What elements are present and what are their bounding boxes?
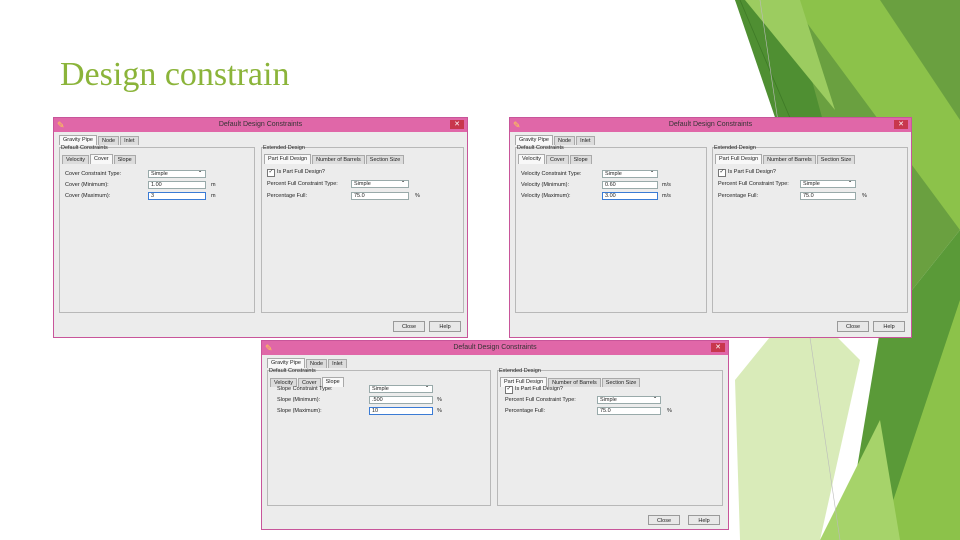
help-button[interactable]: Help xyxy=(429,321,461,332)
slope-minimum-input[interactable]: .500 xyxy=(369,396,433,404)
default-constraints-label: Default Constraints xyxy=(269,368,316,374)
cover-maximum-input[interactable]: 3 xyxy=(148,192,206,200)
velocity-constraint-type-select[interactable]: Simple xyxy=(602,170,658,178)
close-button[interactable]: Close xyxy=(648,515,680,525)
close-button[interactable]: Close xyxy=(393,321,425,332)
cover-minimum-input[interactable]: 1.00 xyxy=(148,181,206,189)
dialog-title: Default Design Constraints xyxy=(668,121,753,128)
close-icon[interactable]: ✕ xyxy=(450,120,464,129)
cover-maximum-row: Cover (Maximum): 3 m xyxy=(65,192,216,200)
slope-minimum-row: Slope (Minimum): .500 % xyxy=(277,396,442,404)
dialog-title-bar[interactable]: ✎ Default Design Constraints ✕ xyxy=(262,341,728,355)
tab-node[interactable]: Node xyxy=(97,136,120,145)
tab-number-of-barrels[interactable]: Number of Barrels xyxy=(763,155,816,164)
slope-maximum-row: Slope (Maximum): 10 % xyxy=(277,407,442,415)
part-full-check-row: ✓ Is Part Full Design? xyxy=(267,169,325,177)
tab-inlet[interactable]: Inlet xyxy=(576,136,595,145)
tab-inlet[interactable]: Inlet xyxy=(328,359,347,368)
tab-part-full-design[interactable]: Part Full Design xyxy=(264,154,312,164)
extended-design-label: Extended Design xyxy=(714,145,756,151)
percentage-full-input[interactable]: 75.0 xyxy=(800,192,856,200)
constraint-subtabs: Velocity Cover Slope xyxy=(62,154,137,164)
main-tabs: Gravity Pipe Node Inlet xyxy=(59,135,140,145)
velocity-minimum-row: Velocity (Minimum): 0.60 m/s xyxy=(521,181,671,189)
percent-full-type-select[interactable]: Simple xyxy=(800,180,856,188)
design-constraints-dialog-slope: ✎ Default Design Constraints ✕ Gravity P… xyxy=(261,340,729,530)
part-full-check-row: ✓ Is Part Full Design? xyxy=(505,386,563,394)
cover-constraint-type-row: Cover Constraint Type: Simple xyxy=(65,170,255,179)
slope-constraint-type-select[interactable]: Simple xyxy=(369,385,433,393)
extended-design-label: Extended Design xyxy=(263,145,305,151)
checkbox-icon[interactable]: ✓ xyxy=(267,169,275,177)
tab-cover[interactable]: Cover xyxy=(89,154,113,164)
default-constraints-label: Default Constraints xyxy=(61,145,108,151)
close-button[interactable]: Close xyxy=(837,321,869,332)
close-icon[interactable]: ✕ xyxy=(894,120,908,129)
constraint-subtabs: Velocity Cover Slope xyxy=(518,154,593,164)
tab-inlet[interactable]: Inlet xyxy=(120,136,139,145)
tab-part-full-design[interactable]: Part Full Design xyxy=(715,154,763,164)
tab-velocity[interactable]: Velocity xyxy=(62,155,89,164)
extended-design-label: Extended Design xyxy=(499,368,541,374)
tab-gravity-pipe[interactable]: Gravity Pipe xyxy=(267,358,305,368)
percent-full-type-row: Percent Full Constraint Type: Simple xyxy=(505,396,719,405)
tab-section-size[interactable]: Section Size xyxy=(816,155,856,164)
tab-slope[interactable]: Slope xyxy=(569,155,592,164)
percent-full-type-select[interactable]: Simple xyxy=(597,396,661,404)
design-constraints-dialog-velocity: ✎ Default Design Constraints ✕ Gravity P… xyxy=(509,117,912,338)
dialog-title-bar[interactable]: ✎ Default Design Constraints ✕ xyxy=(54,118,467,132)
tab-gravity-pipe[interactable]: Gravity Pipe xyxy=(515,135,553,145)
extended-tabs: Part Full Design Number of Barrels Section… xyxy=(264,154,405,164)
tab-slope[interactable]: Slope xyxy=(113,155,136,164)
percent-full-type-select[interactable]: Simple xyxy=(351,180,409,188)
slide-title: Design constrain xyxy=(60,56,290,93)
velocity-constraint-type-row: Velocity Constraint Type: Simple xyxy=(521,170,707,179)
percentage-full-input[interactable]: 75.0 xyxy=(351,192,409,200)
tab-node[interactable]: Node xyxy=(305,359,328,368)
default-constraints-label: Default Constraints xyxy=(517,145,564,151)
velocity-maximum-row: Velocity (Maximum): 3.00 m/s xyxy=(521,192,671,200)
percentage-full-row: Percentage Full: 75.0 % xyxy=(505,407,672,415)
dialog-title: Default Design Constraints xyxy=(218,121,303,128)
cover-constraint-type-select[interactable]: Simple xyxy=(148,170,206,178)
percent-full-type-row: Percent Full Constraint Type: Simple xyxy=(718,180,904,189)
tab-velocity[interactable]: Velocity xyxy=(518,154,545,164)
main-tabs: Gravity Pipe Node Inlet xyxy=(267,358,348,368)
design-constraints-dialog-cover: ✎ Default Design Constraints ✕ Gravity P… xyxy=(53,117,468,338)
dialog-title: Default Design Constraints xyxy=(453,344,537,351)
tab-node[interactable]: Node xyxy=(553,136,576,145)
percent-full-type-row: Percent Full Constraint Type: Simple xyxy=(267,180,457,189)
tab-cover[interactable]: Cover xyxy=(545,155,569,164)
main-tabs: Gravity Pipe Node Inlet xyxy=(515,135,596,145)
velocity-maximum-input[interactable]: 3.00 xyxy=(602,192,658,200)
checkbox-icon[interactable]: ✓ xyxy=(505,386,513,394)
percentage-full-row: Percentage Full: 75.0 % xyxy=(718,192,867,200)
help-button[interactable]: Help xyxy=(688,515,720,525)
dialog-title-bar[interactable]: ✎ Default Design Constraints ✕ xyxy=(510,118,911,132)
extended-tabs: Part Full Design Number of Barrels Section… xyxy=(715,154,856,164)
tab-gravity-pipe[interactable]: Gravity Pipe xyxy=(59,135,97,145)
checkbox-icon[interactable]: ✓ xyxy=(718,169,726,177)
velocity-minimum-input[interactable]: 0.60 xyxy=(602,181,658,189)
tab-section-size[interactable]: Section Size xyxy=(365,155,405,164)
tab-number-of-barrels[interactable]: Number of Barrels xyxy=(312,155,365,164)
percentage-full-row: Percentage Full: 75.0 % xyxy=(267,192,420,200)
cover-minimum-row: Cover (Minimum): 1.00 m xyxy=(65,181,216,189)
help-button[interactable]: Help xyxy=(873,321,905,332)
slope-constraint-type-row: Slope Constraint Type: Simple xyxy=(277,385,491,394)
percentage-full-input[interactable]: 75.0 xyxy=(597,407,661,415)
close-icon[interactable]: ✕ xyxy=(711,343,725,352)
slope-maximum-input[interactable]: 10 xyxy=(369,407,433,415)
part-full-check-row: ✓ Is Part Full Design? xyxy=(718,169,776,177)
